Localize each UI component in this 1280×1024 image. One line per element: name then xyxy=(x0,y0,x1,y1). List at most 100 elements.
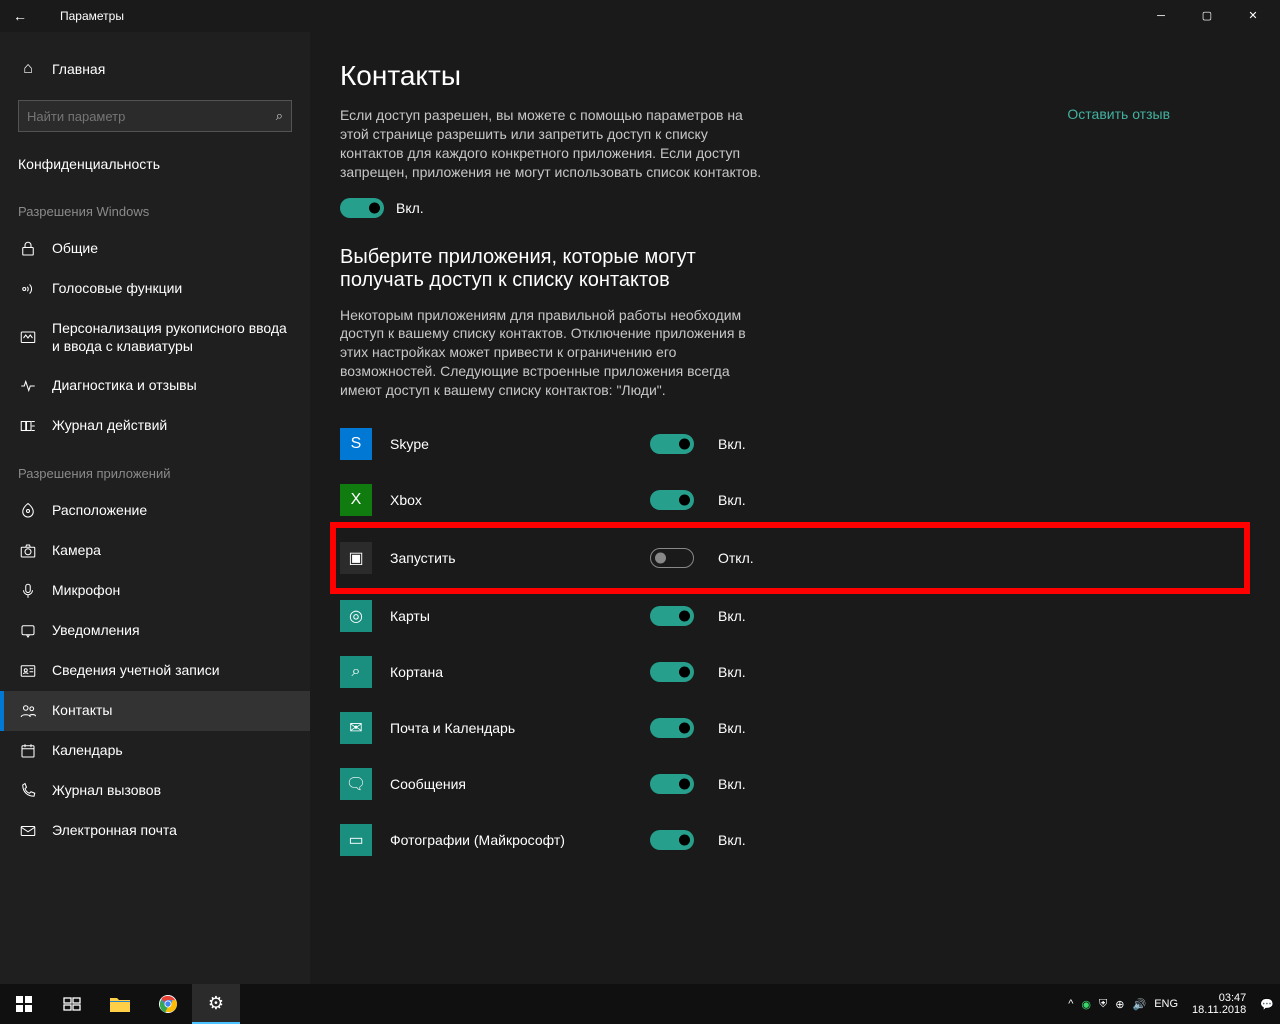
access-description: Если доступ разрешен, вы можете с помощь… xyxy=(340,106,770,182)
app-icon: 🗨 xyxy=(340,768,372,800)
location-icon xyxy=(18,502,38,520)
master-toggle-label: Вкл. xyxy=(396,200,424,216)
apps-subheading: Выберите приложения, которые могут получ… xyxy=(340,246,770,292)
sidebar: ⌂ Главная ⌕ Конфиденциальность Разрешени… xyxy=(0,32,310,984)
search-box[interactable]: ⌕ xyxy=(18,100,292,132)
email-icon xyxy=(18,822,38,840)
app-name: Запустить xyxy=(390,550,650,566)
group-windows-permissions: Разрешения Windows xyxy=(0,184,310,229)
nav-call-history[interactable]: Журнал вызовов xyxy=(0,771,310,811)
settings-taskbar-button[interactable]: ⚙ xyxy=(192,984,240,1024)
tray-network-icon[interactable]: ⊕ xyxy=(1115,998,1124,1011)
voice-icon xyxy=(18,280,38,298)
microphone-icon xyxy=(18,582,38,600)
chrome-button[interactable] xyxy=(144,984,192,1024)
notifications-icon xyxy=(18,622,38,640)
camera-icon xyxy=(18,542,38,560)
app-toggle[interactable] xyxy=(650,548,694,568)
app-toggle[interactable] xyxy=(650,434,694,454)
app-toggle-label: Вкл. xyxy=(718,720,746,736)
minimize-button[interactable]: ─ xyxy=(1138,0,1184,32)
system-tray[interactable]: ^ ◉ ⛨ ⊕ 🔊 ENG 03:47 18.11.2018 💬 xyxy=(1068,992,1280,1016)
search-input[interactable] xyxy=(27,109,276,124)
nav-calendar[interactable]: Календарь xyxy=(0,731,310,771)
feedback-link[interactable]: Оставить отзыв xyxy=(1067,106,1170,122)
nav-voice[interactable]: Голосовые функции xyxy=(0,269,310,309)
tray-app-icon[interactable]: ◉ xyxy=(1081,998,1091,1011)
task-view-button[interactable] xyxy=(48,984,96,1024)
app-toggle[interactable] xyxy=(650,830,694,850)
app-name: Фотографии (Майкрософт) xyxy=(390,832,650,848)
app-toggle[interactable] xyxy=(650,490,694,510)
app-toggle-label: Вкл. xyxy=(718,436,746,452)
app-toggle-label: Откл. xyxy=(718,550,754,566)
nav-handwriting[interactable]: Персонализация рукописного ввода и ввода… xyxy=(0,309,310,366)
app-icon: ▭ xyxy=(340,824,372,856)
app-toggle[interactable] xyxy=(650,662,694,682)
calendar-icon xyxy=(18,742,38,760)
tray-language[interactable]: ENG xyxy=(1154,998,1178,1010)
back-button[interactable]: ← xyxy=(4,8,36,24)
nav-home[interactable]: ⌂ Главная xyxy=(0,50,310,88)
app-row: 🗨 Сообщения Вкл. xyxy=(340,756,1240,812)
home-icon: ⌂ xyxy=(18,60,38,78)
tray-clock[interactable]: 03:47 18.11.2018 xyxy=(1186,992,1252,1016)
page-title: Контакты xyxy=(340,60,1240,92)
app-icon: ✉ xyxy=(340,712,372,744)
nav-diagnostics[interactable]: Диагностика и отзывы xyxy=(0,366,310,406)
main-content: Оставить отзыв Контакты Если доступ разр… xyxy=(310,32,1280,984)
app-toggle[interactable] xyxy=(650,718,694,738)
tray-security-icon[interactable]: ⛨ xyxy=(1099,998,1107,1011)
app-toggle[interactable] xyxy=(650,774,694,794)
titlebar: ← Параметры ─ ▢ ✕ xyxy=(0,0,1280,32)
close-button[interactable]: ✕ xyxy=(1230,0,1276,32)
app-name: Сообщения xyxy=(390,776,650,792)
taskbar: ⚙ ^ ◉ ⛨ ⊕ 🔊 ENG 03:47 18.11.2018 💬 xyxy=(0,984,1280,1024)
contacts-icon xyxy=(18,702,38,720)
start-button[interactable] xyxy=(0,984,48,1024)
app-toggle-label: Вкл. xyxy=(718,608,746,624)
home-label: Главная xyxy=(52,61,105,77)
nav-camera[interactable]: Камера xyxy=(0,531,310,571)
activity-icon xyxy=(18,417,38,435)
app-toggle-label: Вкл. xyxy=(718,492,746,508)
nav-activity[interactable]: Журнал действий xyxy=(0,406,310,446)
tray-chevron-icon[interactable]: ^ xyxy=(1068,998,1073,1010)
section-title: Конфиденциальность xyxy=(0,150,310,184)
diagnostics-icon xyxy=(18,377,38,395)
app-name: Карты xyxy=(390,608,650,624)
app-name: Skype xyxy=(390,436,650,452)
app-row: S Skype Вкл. xyxy=(340,416,1240,472)
apps-list: S Skype Вкл. X Xbox Вкл. ▣ Запустить Отк… xyxy=(340,416,1240,868)
app-row: ✉ Почта и Календарь Вкл. xyxy=(340,700,1240,756)
app-toggle-label: Вкл. xyxy=(718,832,746,848)
apps-description: Некоторым приложениям для правильной раб… xyxy=(340,306,770,400)
nav-general[interactable]: Общие xyxy=(0,229,310,269)
master-toggle[interactable] xyxy=(340,198,384,218)
lock-icon xyxy=(18,240,38,258)
nav-location[interactable]: Расположение xyxy=(0,491,310,531)
call-history-icon xyxy=(18,782,38,800)
app-row: ▭ Фотографии (Майкрософт) Вкл. xyxy=(340,812,1240,868)
app-row: ⌕ Кортана Вкл. xyxy=(340,644,1240,700)
app-row: ▣ Запустить Откл. xyxy=(340,530,1240,586)
nav-email[interactable]: Электронная почта xyxy=(0,811,310,851)
app-name: Почта и Календарь xyxy=(390,720,650,736)
app-name: Кортана xyxy=(390,664,650,680)
app-icon: ◎ xyxy=(340,600,372,632)
nav-contacts[interactable]: Контакты xyxy=(0,691,310,731)
app-toggle-label: Вкл. xyxy=(718,776,746,792)
explorer-button[interactable] xyxy=(96,984,144,1024)
handwriting-icon xyxy=(18,329,38,347)
highlighted-app: ▣ Запустить Откл. xyxy=(330,522,1250,594)
action-center-icon[interactable]: 💬 xyxy=(1260,998,1274,1011)
app-icon: X xyxy=(340,484,372,516)
app-icon: ▣ xyxy=(340,542,372,574)
nav-notifications[interactable]: Уведомления xyxy=(0,611,310,651)
app-toggle[interactable] xyxy=(650,606,694,626)
nav-microphone[interactable]: Микрофон xyxy=(0,571,310,611)
maximize-button[interactable]: ▢ xyxy=(1184,0,1230,32)
nav-account-info[interactable]: Сведения учетной записи xyxy=(0,651,310,691)
search-icon: ⌕ xyxy=(276,108,283,124)
tray-volume-icon[interactable]: 🔊 xyxy=(1133,998,1147,1011)
